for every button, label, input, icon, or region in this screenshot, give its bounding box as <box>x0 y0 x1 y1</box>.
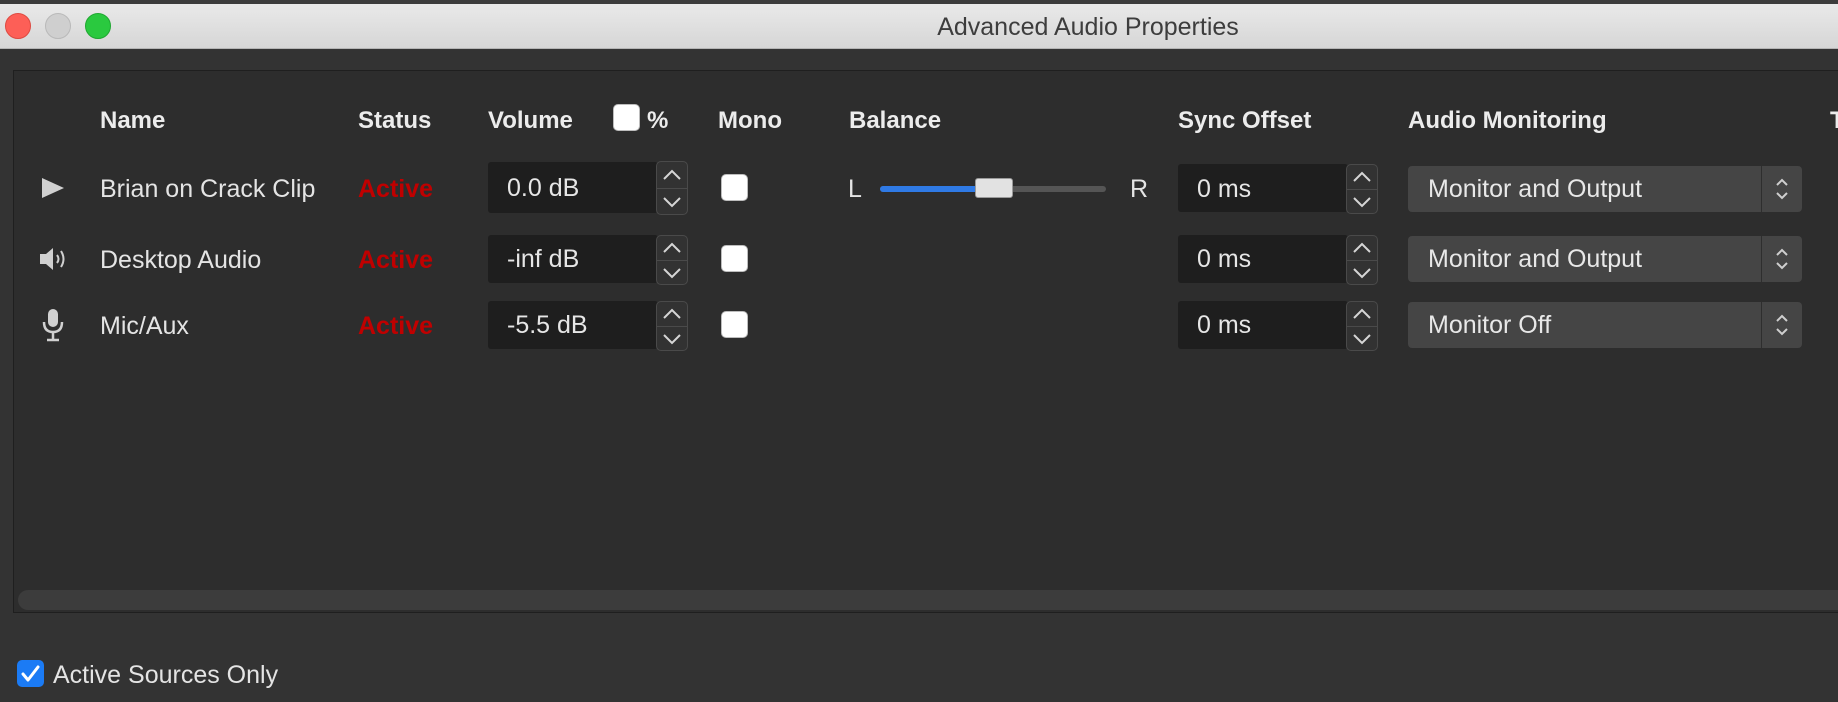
row-2-volume-value: -inf dB <box>507 245 580 273</box>
horizontal-scrollbar[interactable] <box>18 590 1838 610</box>
row-3-sync-offset-stepper[interactable] <box>1346 301 1378 351</box>
header-percent: % <box>647 107 669 134</box>
header-tracks: T <box>1830 107 1838 134</box>
desktop-strip <box>0 0 1838 4</box>
row-2-volume-field[interactable]: -inf dB <box>488 235 658 283</box>
speaker-icon <box>38 246 70 277</box>
row-1-sync-offset-field[interactable]: 0 ms <box>1178 164 1348 212</box>
row-1-balance-right-label: R <box>1130 175 1149 203</box>
chevron-down-icon[interactable] <box>1347 326 1377 351</box>
row-1-volume-stepper[interactable] <box>656 161 688 215</box>
row-2-audio-monitoring-value: Monitor and Output <box>1428 245 1643 273</box>
row-2-sync-offset-value: 0 ms <box>1197 245 1252 273</box>
chevron-down-icon[interactable] <box>1347 189 1377 214</box>
row-2-status: Active <box>358 246 434 274</box>
volume-percent-checkbox[interactable] <box>613 104 640 131</box>
header-volume: Volume <box>488 107 573 134</box>
active-sources-only-label[interactable]: Active Sources Only <box>53 661 278 690</box>
row-1-volume-field[interactable]: 0.0 dB <box>488 162 658 213</box>
row-2-audio-monitoring-select[interactable]: Monitor and Output <box>1408 236 1802 282</box>
row-3-audio-monitoring-value: Monitor Off <box>1428 311 1552 339</box>
chevron-down-icon[interactable] <box>1347 260 1377 285</box>
header-balance: Balance <box>849 107 942 134</box>
row-3-mono-checkbox[interactable] <box>721 311 748 338</box>
chevron-down-icon[interactable] <box>657 188 687 215</box>
window-title: Advanced Audio Properties <box>937 13 1239 41</box>
row-1-status: Active <box>358 175 434 203</box>
header-name: Name <box>100 107 166 134</box>
row-3-volume-stepper[interactable] <box>656 301 688 351</box>
select-arrows-icon <box>1761 166 1802 212</box>
header-audio-monitoring: Audio Monitoring <box>1408 107 1607 134</box>
checkmark-icon <box>21 665 40 682</box>
row-1-name: Brian on Crack Clip <box>100 175 316 203</box>
row-3-audio-monitoring-select[interactable]: Monitor Off <box>1408 302 1802 348</box>
row-3-status: Active <box>358 312 434 340</box>
title-bar: Advanced Audio Properties <box>0 0 1838 49</box>
row-3-sync-offset-field[interactable]: 0 ms <box>1178 301 1348 349</box>
row-1-audio-monitoring-value: Monitor and Output <box>1428 175 1643 203</box>
row-1-mono-checkbox[interactable] <box>721 174 748 201</box>
chevron-up-icon[interactable] <box>1347 236 1377 260</box>
row-2-sync-offset-field[interactable]: 0 ms <box>1178 235 1348 283</box>
row-3-sync-offset-value: 0 ms <box>1197 311 1252 339</box>
active-sources-only-checkbox[interactable] <box>17 660 44 687</box>
row-1-sync-offset-value: 0 ms <box>1197 175 1252 203</box>
header-mono: Mono <box>718 107 782 134</box>
header-sync-offset: Sync Offset <box>1178 107 1312 134</box>
row-3-volume-value: -5.5 dB <box>507 311 588 339</box>
chevron-down-icon[interactable] <box>657 260 687 285</box>
row-1-audio-monitoring-select[interactable]: Monitor and Output <box>1408 166 1802 212</box>
play-icon <box>40 176 66 205</box>
row-1-balance-left-label: L <box>848 175 862 203</box>
chevron-up-icon[interactable] <box>657 302 687 326</box>
select-arrows-icon <box>1761 236 1802 282</box>
microphone-icon <box>40 308 66 347</box>
chevron-up-icon[interactable] <box>657 162 687 188</box>
row-1-sync-offset-stepper[interactable] <box>1346 164 1378 214</box>
row-1-balance-slider-handle[interactable] <box>975 178 1013 198</box>
select-arrows-icon <box>1761 302 1802 348</box>
chevron-down-icon[interactable] <box>657 326 687 351</box>
row-3-name: Mic/Aux <box>100 312 189 340</box>
row-3-volume-field[interactable]: -5.5 dB <box>488 301 658 349</box>
header-status: Status <box>358 107 432 134</box>
row-2-name: Desktop Audio <box>100 246 262 274</box>
chevron-up-icon[interactable] <box>657 236 687 260</box>
chevron-up-icon[interactable] <box>1347 165 1377 189</box>
row-1-volume-value: 0.0 dB <box>507 174 580 202</box>
chevron-up-icon[interactable] <box>1347 302 1377 326</box>
row-2-volume-stepper[interactable] <box>656 235 688 285</box>
row-2-mono-checkbox[interactable] <box>721 245 748 272</box>
row-2-sync-offset-stepper[interactable] <box>1346 235 1378 285</box>
